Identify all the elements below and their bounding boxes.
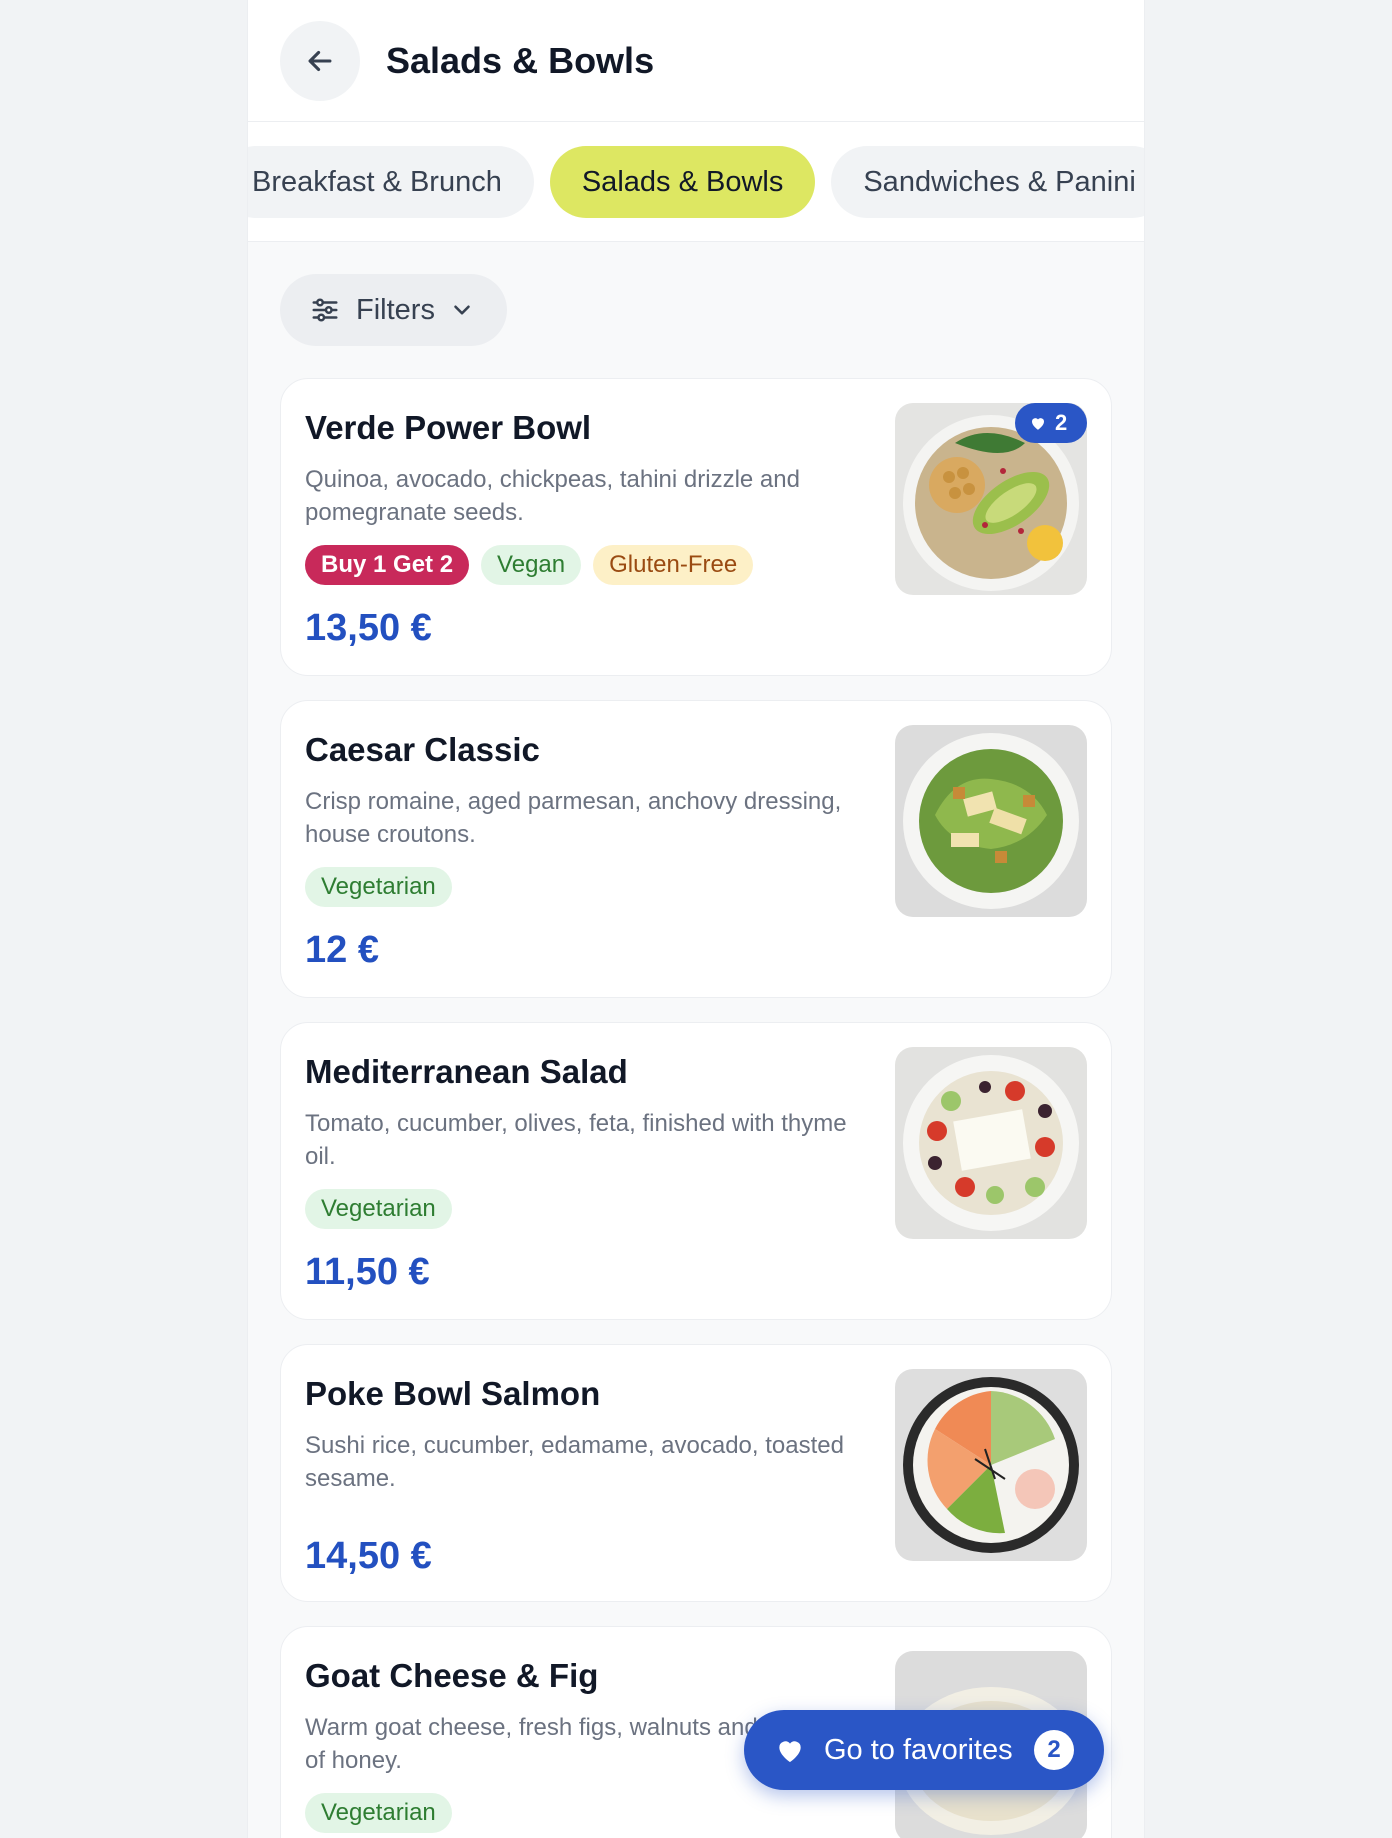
go-to-favorites-button[interactable]: Go to favorites 2 (744, 1710, 1104, 1790)
item-tags: Vegetarian (305, 1189, 875, 1229)
item-price: 11,50 € (305, 1251, 430, 1293)
item-image[interactable]: 2 (895, 403, 1087, 595)
item-title: Caesar Classic (305, 731, 540, 768)
back-button[interactable] (280, 20, 360, 101)
chevron-down-icon (454, 305, 470, 315)
item-price: 12 € (305, 929, 379, 971)
filters-row: Filters (248, 242, 1144, 346)
menu-list: Verde Power Bowl Quinoa, avocado, chickp… (248, 346, 1144, 1838)
item-title: Goat Cheese & Fig (305, 1657, 599, 1694)
item-image[interactable] (895, 725, 1087, 917)
favorites-total-badge: 2 (1034, 1730, 1074, 1770)
diet-tag: Vegetarian (305, 867, 452, 907)
diet-tag: Gluten-Free (593, 545, 754, 585)
item-tags: Vegetarian (305, 867, 875, 907)
item-tags: Vegetarian (305, 1793, 875, 1833)
item-description: Quinoa, avocado, chickpeas, tahini drizz… (305, 466, 800, 526)
menu-item-card[interactable]: Verde Power Bowl Quinoa, avocado, chickp… (280, 378, 1112, 676)
item-price: 14,50 € (305, 1535, 432, 1577)
item-description: Sushi rice, cucumber, edamame, avocado, … (305, 1432, 844, 1492)
item-price: 13,50 € (305, 607, 432, 649)
go-to-favorites-label: Go to favorites (824, 1733, 1013, 1766)
tab-breakfast-brunch[interactable]: Breakfast & Brunch (248, 146, 534, 218)
filters-button[interactable]: Filters (280, 274, 507, 346)
tab-salads-bowls[interactable]: Salads & Bowls (549, 146, 816, 218)
menu-item-card[interactable]: Caesar Classic Crisp romaine, aged parme… (280, 700, 1112, 998)
app-frame: Salads & Bowls Breakfast & Brunch Salads… (248, 0, 1144, 1838)
tab-sandwiches-panini[interactable]: Sandwiches & Panini (831, 146, 1144, 218)
item-description: Tomato, cucumber, olives, feta, finished… (305, 1110, 847, 1170)
filters-label: Filters (356, 293, 435, 326)
item-image[interactable] (895, 1047, 1087, 1239)
category-tabs: Breakfast & Brunch Salads & Bowls Sandwi… (248, 122, 1144, 242)
top-bar: Salads & Bowls (248, 0, 1144, 122)
diet-tag: Vegetarian (305, 1189, 452, 1229)
promo-badge: Buy 1 Get 2 (305, 545, 470, 585)
favorites-count-badge: 2 (1015, 403, 1087, 443)
sliders-icon (312, 298, 338, 322)
diet-tag: Vegan (481, 545, 582, 585)
heart-icon (1032, 418, 1044, 430)
heart-icon (779, 1741, 801, 1762)
menu-item-card[interactable]: Poke Bowl Salmon Sushi rice, cucumber, e… (280, 1344, 1112, 1602)
menu-item-card[interactable]: Mediterranean Salad Tomato, cucumber, ol… (280, 1022, 1112, 1320)
item-tags: Buy 1 Get 2 Vegan Gluten-Free (305, 545, 875, 585)
item-image[interactable] (895, 1369, 1087, 1561)
item-title: Mediterranean Salad (305, 1053, 628, 1090)
favorites-count: 2 (1055, 410, 1068, 435)
page-title: Salads & Bowls (386, 39, 655, 81)
item-description: Crisp romaine, aged parmesan, anchovy dr… (305, 788, 842, 848)
item-title: Poke Bowl Salmon (305, 1375, 601, 1412)
diet-tag: Vegetarian (305, 1793, 452, 1833)
arrow-left-icon (308, 50, 332, 71)
item-title: Verde Power Bowl (305, 409, 592, 446)
